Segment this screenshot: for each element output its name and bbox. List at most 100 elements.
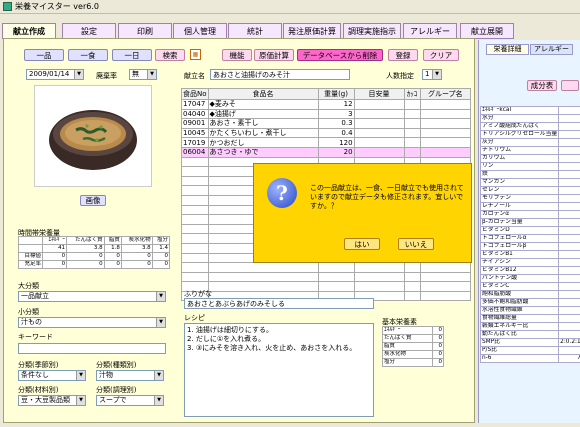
isshoku-button[interactable]: 一食 — [68, 49, 108, 61]
recipe-textarea[interactable]: 1. 油揚げは細切りにする。 2. だしに①を入れ煮る。 3. ③にみそを溶き入… — [184, 323, 374, 417]
food-group — [419, 118, 472, 129]
kind-select[interactable]: 汁物 ▼ — [96, 370, 164, 381]
material-value: 豆・大豆製品類 — [21, 396, 70, 404]
season-label: 分類(季節別) — [18, 361, 59, 369]
nutrient-value: 0.7 — [558, 266, 580, 275]
table-row[interactable]: 09001 あおさ・素干し 0.3 — [181, 118, 472, 129]
menu-name-input[interactable]: あおさと油揚げのみそ汁 — [210, 69, 350, 80]
tab-toukei[interactable]: 統計 — [228, 23, 282, 39]
food-meyasu — [353, 137, 405, 148]
nutrient-row: アミノ酸組成たんぱく1.4 — [479, 122, 580, 131]
table-row[interactable]: 17047 ◆麦みそ 12 — [181, 99, 472, 110]
chevron-down-icon: ▼ — [76, 371, 85, 380]
haiki-select[interactable]: 無 ▼ — [129, 69, 157, 80]
register-button[interactable]: 登録 — [388, 49, 418, 61]
dai-value: 一品献立 — [21, 292, 49, 300]
tab-settei[interactable]: 設定 — [62, 23, 116, 39]
clear-button[interactable]: クリア — [423, 49, 459, 61]
delete-from-db-button[interactable]: データベースから削除 — [297, 49, 383, 61]
tab-kojin[interactable]: 個人管理 — [173, 23, 227, 39]
empty-cell — [181, 233, 209, 244]
required-cell: 1.4 — [151, 244, 171, 253]
empty-cell — [353, 262, 405, 273]
ichinichi-button[interactable]: 一日 — [112, 49, 152, 61]
basic-label: 塩分 — [381, 358, 434, 367]
right-tab-allergy[interactable]: アレルギー — [530, 44, 573, 55]
table-row[interactable]: 04040 ◆油揚げ 3 — [181, 108, 472, 120]
season-select[interactable]: 条件なし ▼ — [18, 370, 86, 381]
food-group — [419, 146, 472, 158]
empty-row[interactable] — [181, 271, 472, 283]
nutrient-name: 多価不飽和脂肪酸 — [479, 298, 560, 307]
tab-chouri[interactable]: 調理実施指示 — [343, 23, 401, 39]
nutrient-name: トコフェロールα — [479, 234, 560, 243]
empty-row[interactable] — [181, 281, 472, 292]
tab-tenkai[interactable]: 献立展開 — [460, 23, 514, 39]
empty-cell — [317, 281, 355, 292]
basic-value: 0 — [432, 350, 444, 359]
people-select[interactable]: 1 ▼ — [422, 69, 442, 80]
nutrient-value: 0.28 — [558, 290, 580, 299]
dai-select[interactable]: 一品献立 ▼ — [18, 291, 166, 302]
date-select[interactable]: 2009/01/14 ▼ — [26, 69, 84, 80]
seibunhyo-button[interactable]: 成分表 — [527, 80, 557, 91]
nutrient-row: 鉄0.2 — [479, 170, 580, 179]
required-corner — [17, 236, 44, 245]
chevron-down-icon: ▼ — [74, 70, 83, 79]
genka-button[interactable]: 原価計算 — [254, 49, 294, 61]
nutrient-row: 水溶性食物繊維0.1 — [479, 306, 580, 315]
dialog-yes-button[interactable]: はい — [344, 238, 380, 250]
right-extra-button[interactable] — [561, 80, 579, 91]
chevron-down-icon: ▼ — [154, 371, 163, 380]
nutrient-value: 0.1 — [558, 226, 580, 235]
table-row[interactable]: 06004 あさつき・ゆで 20 — [181, 146, 472, 158]
table-row[interactable]: 10045 かたくちいわし・煮干し 0.4 — [181, 127, 472, 139]
tab-insatsu[interactable]: 印刷 — [118, 23, 172, 39]
nutrient-row: P/S比2.03 — [479, 346, 580, 355]
nutrient-row: 穀類エネルギー比0 — [479, 322, 580, 331]
food-name: ◆麦みそ — [207, 99, 319, 110]
empty-cell — [181, 223, 209, 235]
empty-cell — [317, 271, 355, 283]
dish-photo — [34, 85, 152, 187]
nutrient-row: ナトリウム547 — [479, 146, 580, 155]
nutrient-row: 水分126.0 — [479, 114, 580, 123]
main-tabs: 献立作成 設定 印刷 個人管理 統計 発注原価計算 調理実施指示 アレルギー 献… — [0, 23, 580, 39]
material-select[interactable]: 豆・大豆製品類 ▼ — [18, 395, 86, 406]
nutrient-table: ｴﾈﾙｷﾞｰkcal41水分126.0アミノ酸組成たんぱく1.4トリアシルグリセ… — [479, 106, 580, 363]
food-no: 09001 — [181, 118, 209, 129]
required-cell: 41 — [42, 244, 68, 253]
search-button[interactable]: 検索 — [155, 49, 185, 61]
food-meyasu — [353, 99, 405, 110]
tab-allergy[interactable]: アレルギー — [403, 23, 457, 39]
nutrient-row: レチノール0 — [479, 202, 580, 211]
calendar-icon[interactable]: ▦ — [190, 49, 201, 60]
sho-select[interactable]: 汁もの ▼ — [18, 317, 166, 328]
food-kakko — [403, 137, 421, 148]
nutrient-value: 0.2 — [558, 170, 580, 179]
tab-kondate[interactable]: 献立作成 — [2, 23, 56, 39]
required-cell: 目標値 — [17, 252, 44, 261]
empty-cell — [181, 185, 209, 196]
keyword-input[interactable] — [18, 343, 166, 354]
dialog-no-button[interactable]: いいえ — [398, 238, 434, 250]
furigana-input[interactable]: あおさとあぶらあげのみそしる — [184, 298, 374, 309]
image-button[interactable]: 画像 — [80, 195, 106, 206]
tab-hacchu[interactable]: 発注原価計算 — [283, 23, 341, 39]
empty-cell — [403, 290, 421, 302]
nutrient-name: トリアシルグリセロール当量 — [479, 130, 560, 139]
empty-row[interactable] — [181, 262, 472, 273]
table-row[interactable]: 17019 かつおだし 120 — [181, 137, 472, 148]
right-tab-nutrition[interactable]: 栄養詳細 — [486, 44, 529, 55]
nutrient-name: 飽和脂肪酸 — [479, 290, 560, 299]
nutrient-row: モリブデン2 — [479, 194, 580, 203]
empty-cell — [317, 262, 355, 273]
kinou-button[interactable]: 機能 — [222, 49, 252, 61]
method-select[interactable]: スープで ▼ — [96, 395, 164, 406]
ippin-button[interactable]: 一品 — [24, 49, 64, 61]
nutrient-row: セレン0 — [479, 186, 580, 195]
food-no: 06004 — [181, 146, 209, 158]
app-icon — [3, 2, 12, 11]
food-weight: 0.4 — [317, 127, 355, 139]
haiki-label: 廃棄率 — [96, 72, 117, 80]
